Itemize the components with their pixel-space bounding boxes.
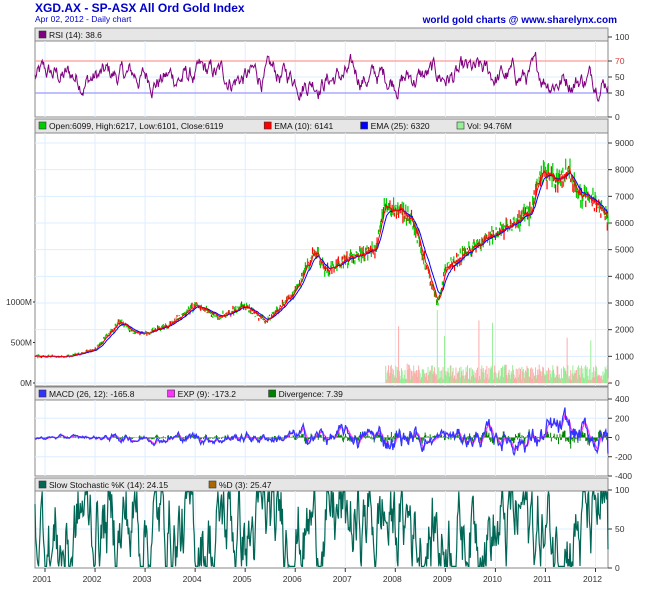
- x-tick-label: 2012: [583, 574, 602, 584]
- x-tick-label: 2007: [333, 574, 352, 584]
- macd-ytick-label: -400: [615, 471, 632, 481]
- volume-tick-label: 500M: [11, 338, 32, 348]
- chart-subtitle: Apr 02, 2012 - Daily chart: [35, 14, 132, 24]
- price-frame: [34, 118, 609, 387]
- x-tick-label: 2008: [383, 574, 402, 584]
- x-tick-label: 2005: [233, 574, 252, 584]
- stochastic-ytick-label: 50: [615, 524, 625, 534]
- macd-legend-label: EXP (9): -173.2: [178, 389, 237, 399]
- volume-tick-label: 1000M: [6, 297, 32, 307]
- x-tick-label: 2009: [433, 574, 452, 584]
- macd-legend-swatch: [38, 389, 47, 398]
- macd-ytick-label: 0: [615, 433, 620, 443]
- macd-legend-label: MACD (26, 12): -165.8: [49, 389, 135, 399]
- price-ytick-label: 0: [615, 378, 620, 388]
- price-legend-label: Open:6099, High:6217, Low:6101, Close:61…: [49, 121, 223, 131]
- macd-legend-swatch: [268, 389, 276, 398]
- macd-legend-label: Divergence: 7.39: [279, 389, 344, 399]
- macd-legend-swatch: [167, 389, 175, 398]
- macd-ytick-label: 400: [615, 394, 629, 404]
- price-legend-label: EMA (10): 6141: [274, 121, 333, 131]
- x-tick-label: 2011: [533, 574, 552, 584]
- macd-ytick-label: 200: [615, 413, 629, 423]
- price-ytick-label: 8000: [615, 165, 634, 175]
- price-ytick-label: 9000: [615, 138, 634, 148]
- price-ytick-label: 4000: [615, 271, 634, 281]
- x-tick-label: 2010: [483, 574, 502, 584]
- stochastic-ytick-label: 100: [615, 485, 629, 495]
- rsi-ytick-label: 50: [615, 72, 625, 82]
- rsi-legend-swatch: [38, 30, 47, 39]
- x-tick-label: 2003: [133, 574, 152, 584]
- price-ytick-label: 3000: [615, 298, 634, 308]
- rsi-ytick-label: 100: [615, 32, 629, 42]
- price-ytick-label: 2000: [615, 325, 634, 335]
- rsi-ytick-label: 30: [615, 88, 625, 98]
- price-legend-label: Vol: 94.76M: [467, 121, 512, 131]
- volume-tick-label: 0M: [20, 378, 32, 388]
- rsi-legend-bar: [34, 27, 609, 42]
- price-legend-swatch: [360, 121, 368, 130]
- x-tick-label: 2004: [183, 574, 202, 584]
- stochastic-legend-swatch: [208, 480, 217, 489]
- price-ytick-label: 5000: [615, 245, 634, 255]
- x-tick-label: 2001: [33, 574, 52, 584]
- price-legend-swatch: [456, 121, 465, 130]
- price-ytick-label: 6000: [615, 218, 634, 228]
- site-credit[interactable]: world gold charts @ www.sharelynx.com: [422, 15, 618, 26]
- rsi-legend-label: RSI (14): 38.6: [49, 30, 102, 40]
- price-legend-swatch: [38, 121, 47, 130]
- rsi-70-label: 70: [615, 56, 625, 66]
- stochastic-legend-swatch: [38, 480, 47, 489]
- price-ytick-label: 1000: [615, 351, 634, 361]
- price-ytick-label: 7000: [615, 191, 634, 201]
- x-tick-label: 2002: [83, 574, 102, 584]
- stochastic-ytick-label: 0: [615, 563, 620, 573]
- chart-svg: XGD.AX - SP-ASX All Ord Gold Index Apr 0…: [6, 1, 634, 584]
- chart-page: XGD.AX - SP-ASX All Ord Gold Index Apr 0…: [0, 0, 645, 600]
- price-legend-swatch: [263, 121, 272, 130]
- chart-title: XGD.AX - SP-ASX All Ord Gold Index: [35, 1, 245, 15]
- x-tick-label: 2006: [283, 574, 302, 584]
- rsi-ytick-label: 0: [615, 112, 620, 122]
- macd-ytick-label: -200: [615, 452, 632, 462]
- stochastic-legend-label: %D (3): 25.47: [219, 480, 272, 490]
- stochastic-legend-label: Slow Stochastic %K (14): 24.15: [49, 480, 168, 490]
- price-legend-label: EMA (25): 6320: [371, 121, 430, 131]
